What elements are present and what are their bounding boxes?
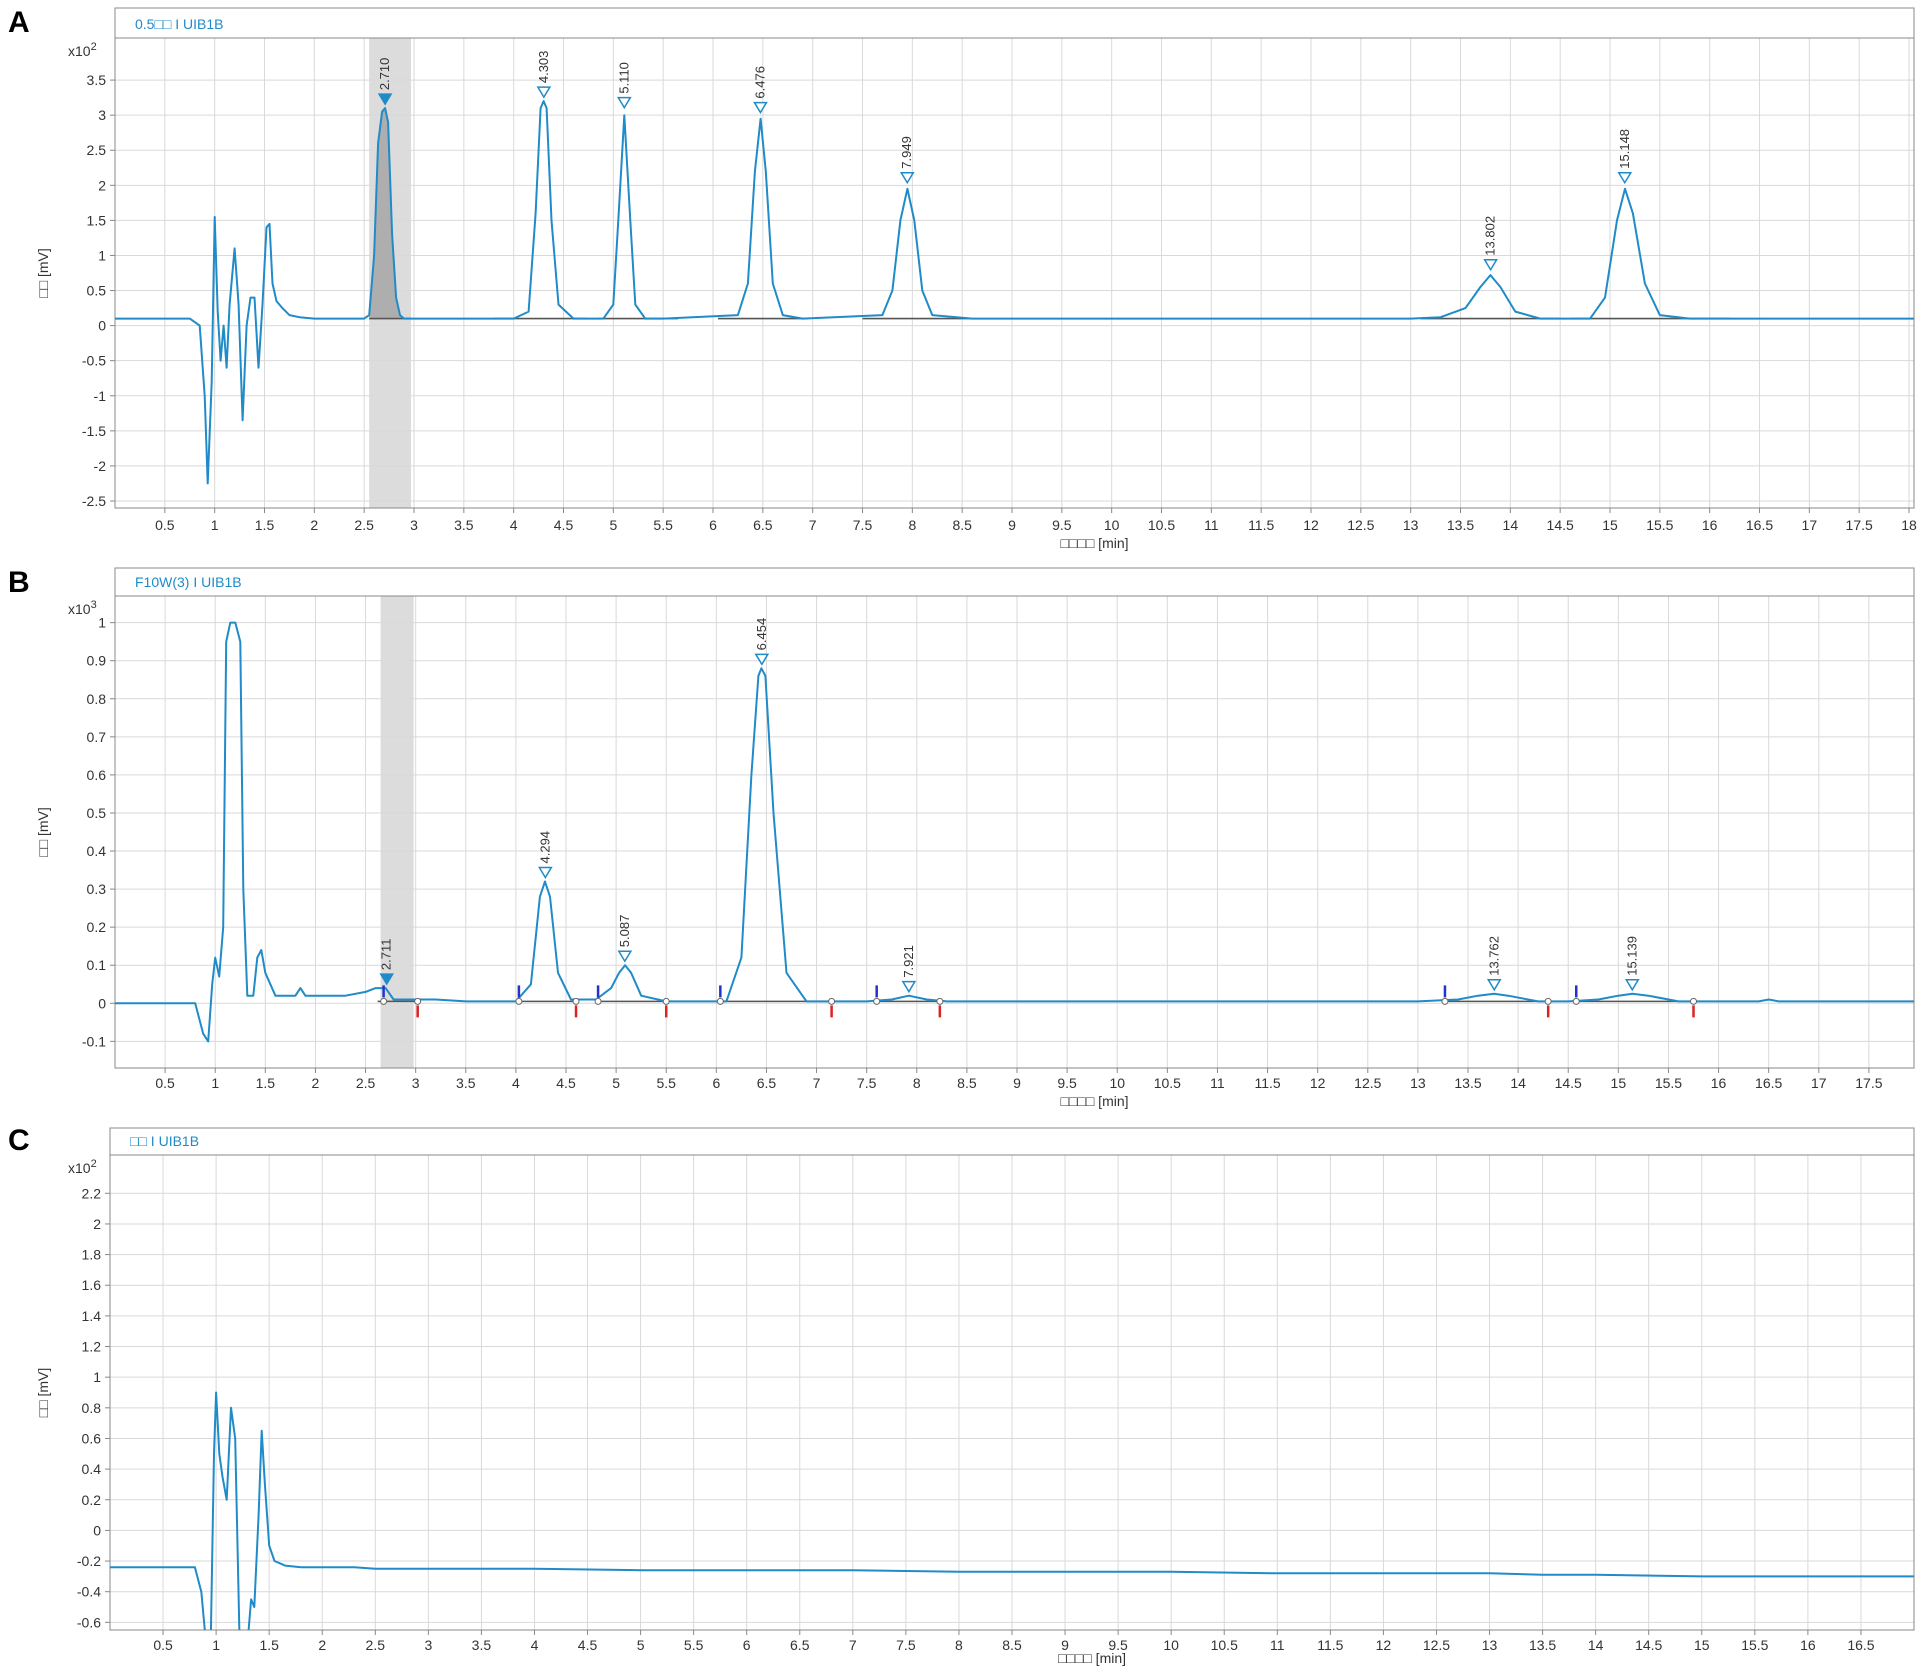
x-tick-label: 14.5 bbox=[1635, 1637, 1662, 1653]
y-axis-label: □□ [mV] bbox=[35, 1368, 51, 1418]
y-tick-label: -0.2 bbox=[77, 1553, 101, 1569]
x-tick-label: 8 bbox=[955, 1637, 963, 1653]
x-tick-label: 3 bbox=[424, 1637, 432, 1653]
x-tick-label: 10.5 bbox=[1211, 1637, 1238, 1653]
x-tick-label: 1 bbox=[212, 1637, 220, 1653]
x-tick-label: 13 bbox=[1482, 1637, 1498, 1653]
y-tick-label: -0.6 bbox=[77, 1614, 101, 1630]
x-tick-label: 11 bbox=[1270, 1637, 1285, 1653]
x-tick-label: 2.5 bbox=[366, 1637, 386, 1653]
chart-title: □□ I UIB1B bbox=[130, 1133, 199, 1149]
x-tick-label: 2 bbox=[318, 1637, 326, 1653]
x-axis-label: □□□□ [min] bbox=[1058, 1650, 1126, 1666]
x-tick-label: 7.5 bbox=[896, 1637, 916, 1653]
y-tick-label: 0.4 bbox=[82, 1461, 102, 1477]
x-tick-label: 7 bbox=[849, 1637, 857, 1653]
y-tick-label: 1.6 bbox=[82, 1277, 102, 1293]
x-tick-label: 16.5 bbox=[1847, 1637, 1874, 1653]
x-tick-label: 0.5 bbox=[153, 1637, 173, 1653]
x-tick-label: 5 bbox=[637, 1637, 645, 1653]
x-tick-label: 12.5 bbox=[1423, 1637, 1450, 1653]
y-tick-label: 1.8 bbox=[82, 1247, 102, 1263]
x-tick-label: 8.5 bbox=[1002, 1637, 1022, 1653]
x-tick-label: 4 bbox=[531, 1637, 539, 1653]
x-tick-label: 16 bbox=[1800, 1637, 1816, 1653]
y-tick-label: 0.2 bbox=[82, 1492, 102, 1508]
chart-header-box bbox=[109, 1127, 1915, 1156]
y-tick-label: 2 bbox=[93, 1216, 101, 1232]
y-tick-label: 1.2 bbox=[82, 1339, 102, 1355]
x-tick-label: 13.5 bbox=[1529, 1637, 1556, 1653]
panel-label: C bbox=[8, 1124, 30, 1157]
x-tick-label: 15.5 bbox=[1741, 1637, 1768, 1653]
x-tick-label: 10 bbox=[1163, 1637, 1179, 1653]
y-tick-label: 0.8 bbox=[82, 1400, 102, 1416]
y-tick-label: 1 bbox=[93, 1369, 101, 1385]
x-tick-label: 3.5 bbox=[472, 1637, 492, 1653]
y-tick-label: -0.4 bbox=[77, 1584, 101, 1600]
x-tick-label: 4.5 bbox=[578, 1637, 598, 1653]
y-tick-label: 1.4 bbox=[82, 1308, 102, 1324]
x-tick-label: 12 bbox=[1376, 1637, 1392, 1653]
y-tick-label: 0.6 bbox=[82, 1430, 102, 1446]
chromatogram-figure: A 0.5□□ I UIB1B 0.5 1 1.5 2 2.5 3 3.5 4 4.5 5 5.5 6 6.… bbox=[0, 0, 1921, 1667]
x-tick-label: 6 bbox=[743, 1637, 751, 1653]
x-tick-label: 5.5 bbox=[684, 1637, 704, 1653]
chromatogram-panel-c: C □□ I UIB1B0.5 1 1.5 2 2.5 3 3.5 4 4.5 5 5.5 6 6.5 7 7… bbox=[8, 1124, 1915, 1666]
x-tick-label: 15 bbox=[1694, 1637, 1710, 1653]
y-tick-label: 0 bbox=[93, 1522, 101, 1538]
x-tick-label: 1.5 bbox=[259, 1637, 279, 1653]
x-tick-label: 11.5 bbox=[1317, 1637, 1343, 1653]
y-tick-label: 2.2 bbox=[82, 1185, 102, 1201]
x-tick-label: 6.5 bbox=[790, 1637, 810, 1653]
x-tick-label: 14 bbox=[1588, 1637, 1604, 1653]
y-scale-multiplier: x102 bbox=[68, 1158, 97, 1176]
